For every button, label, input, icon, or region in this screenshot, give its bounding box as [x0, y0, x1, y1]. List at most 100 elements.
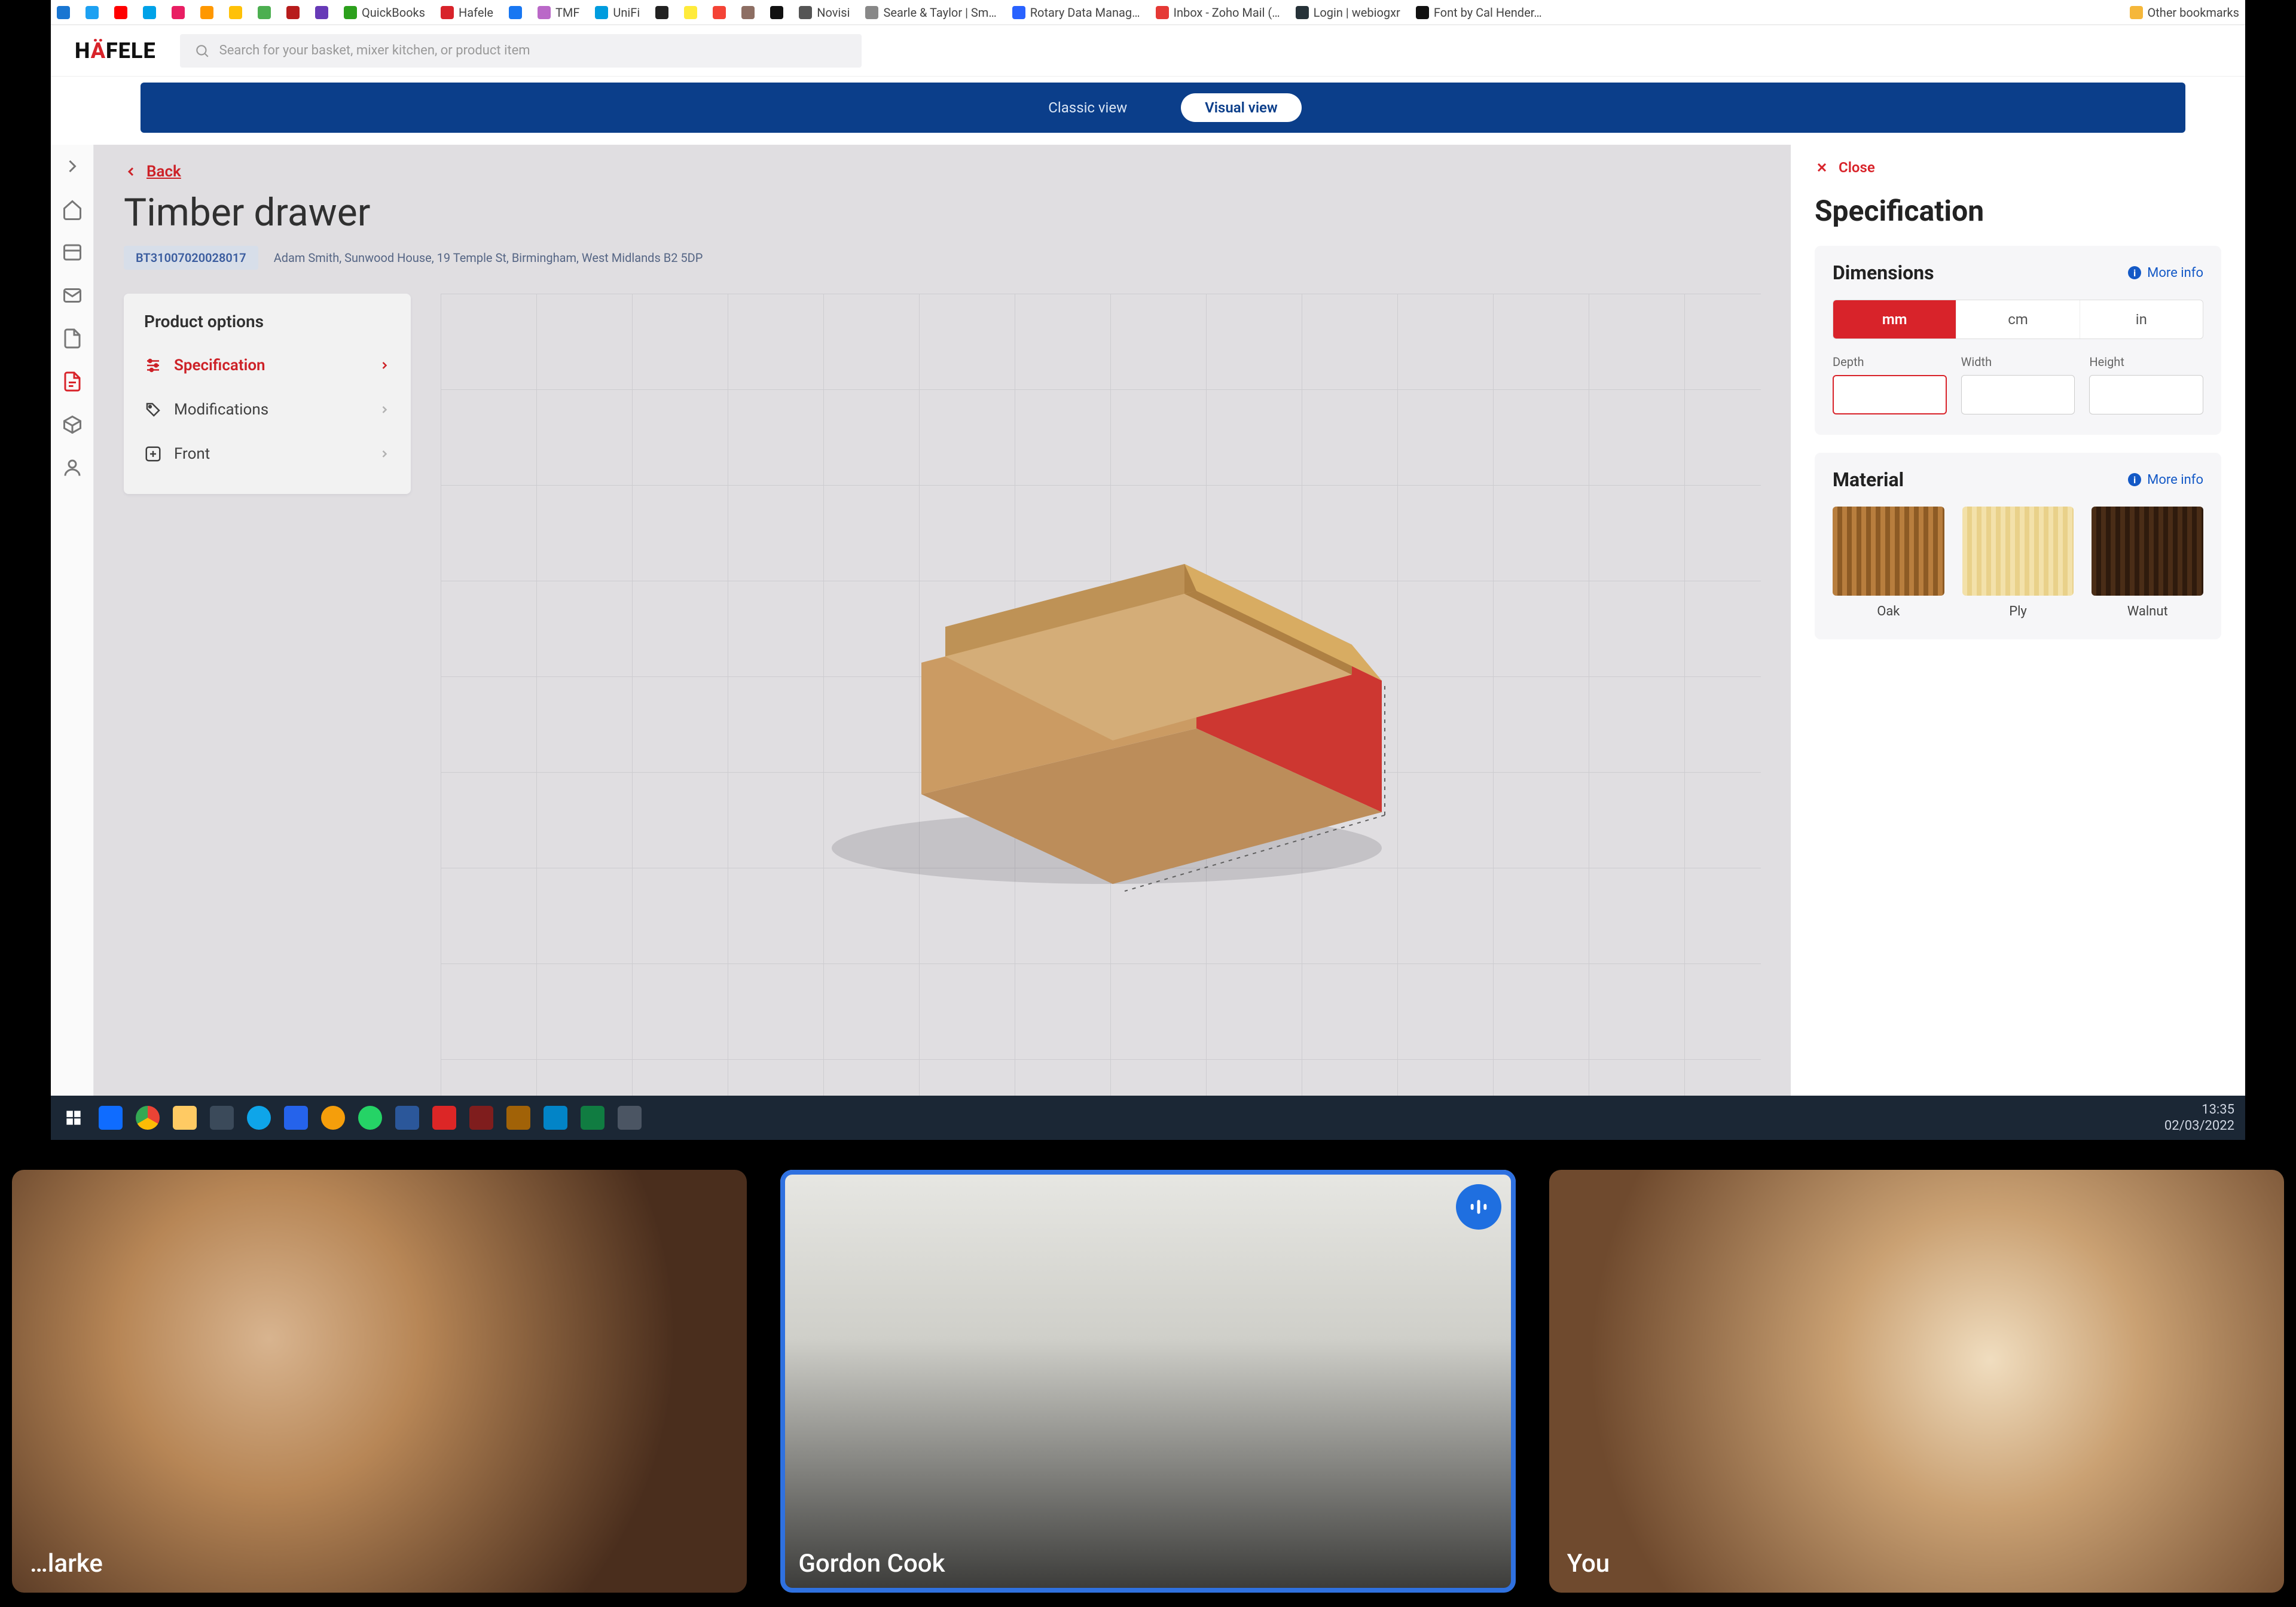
- participant-tile-self[interactable]: You: [1549, 1170, 2284, 1593]
- taskbar-app-word[interactable]: [395, 1106, 419, 1130]
- orders-icon[interactable]: [62, 242, 83, 263]
- app-header: HÄFELE Search for your basket, mixer kit…: [51, 25, 2245, 77]
- taskbar-app-explorer[interactable]: [173, 1106, 197, 1130]
- bookmark-item[interactable]: TMF: [538, 5, 579, 20]
- dimensions-card: Dimensions i More info mmcmin Depth Widt…: [1815, 246, 2221, 435]
- bookmark-label: QuickBooks: [362, 5, 425, 20]
- left-nav-rail: [51, 145, 94, 1140]
- close-panel-button[interactable]: Close: [1815, 159, 2221, 176]
- bookmark-item[interactable]: [258, 6, 271, 19]
- bookmark-label: UniFi: [613, 5, 640, 20]
- unit-cm[interactable]: cm: [1956, 300, 2080, 339]
- chevron-right-icon[interactable]: [62, 155, 83, 177]
- participant-name-2: Gordon Cook: [798, 1549, 945, 1578]
- material-walnut[interactable]: Walnut: [2092, 507, 2203, 619]
- taskbar-app-excel[interactable]: [581, 1106, 604, 1130]
- favicon-icon: [441, 6, 454, 19]
- user-icon[interactable]: [62, 457, 83, 478]
- taskbar-app-onenote[interactable]: [618, 1106, 642, 1130]
- bookmark-item[interactable]: [684, 6, 697, 19]
- classic-view-tab[interactable]: Classic view: [1024, 93, 1151, 122]
- bookmark-item[interactable]: [200, 6, 213, 19]
- option-label: Modifications: [174, 401, 268, 419]
- taskbar-app-chrome[interactable]: [136, 1106, 160, 1130]
- bookmark-item[interactable]: [315, 6, 328, 19]
- mail-icon[interactable]: [62, 285, 83, 306]
- unit-in[interactable]: in: [2080, 300, 2203, 339]
- unit-mm[interactable]: mm: [1833, 300, 1956, 339]
- chevron-left-icon: [124, 164, 138, 179]
- material-ply[interactable]: Ply: [1962, 507, 2074, 619]
- document-icon[interactable]: [62, 328, 83, 349]
- taskbar-app-10[interactable]: [432, 1106, 456, 1130]
- taskbar-app-5[interactable]: [247, 1106, 271, 1130]
- bookmark-item[interactable]: Rotary Data Manag…: [1012, 5, 1140, 20]
- bookmark-item[interactable]: [713, 6, 726, 19]
- brand-logo: HÄFELE: [75, 38, 156, 63]
- taskbar-app-11[interactable]: [469, 1106, 493, 1130]
- bookmark-item[interactable]: [229, 6, 242, 19]
- participant-tile-1[interactable]: …larke: [12, 1170, 747, 1593]
- taskbar-app-wifi[interactable]: [544, 1106, 567, 1130]
- tag-icon: [144, 401, 162, 419]
- taskbar-app-4[interactable]: [210, 1106, 234, 1130]
- material-options: OakPlyWalnut: [1833, 507, 2203, 619]
- bookmark-item[interactable]: Searle & Taylor | Sm…: [865, 5, 996, 20]
- favicon-icon: [741, 6, 755, 19]
- width-input[interactable]: [1961, 375, 2075, 414]
- order-ref-pill[interactable]: BT31007020028017: [124, 246, 258, 270]
- option-modifications[interactable]: Modifications: [124, 388, 411, 432]
- height-input[interactable]: [2089, 375, 2203, 414]
- favicon-icon: [684, 6, 697, 19]
- bookmark-item[interactable]: Novisi: [799, 5, 850, 20]
- bookmark-item[interactable]: Hafele: [441, 5, 493, 20]
- clock-date: 02/03/2022: [2164, 1118, 2234, 1135]
- dimensions-more-info[interactable]: i More info: [2128, 266, 2203, 280]
- home-icon[interactable]: [62, 199, 83, 220]
- other-bookmarks[interactable]: Other bookmarks: [2130, 5, 2240, 20]
- bookmark-item[interactable]: [57, 6, 70, 19]
- pdf-icon[interactable]: [62, 371, 83, 392]
- bookmark-item[interactable]: [741, 6, 755, 19]
- search-icon: [194, 43, 210, 59]
- taskbar-app-12[interactable]: [506, 1106, 530, 1130]
- taskbar-clock[interactable]: 13:35 02/03/2022: [2164, 1102, 2234, 1135]
- visual-view-tab[interactable]: Visual view: [1181, 93, 1302, 122]
- bookmark-item[interactable]: [286, 6, 300, 19]
- bookmark-item[interactable]: Inbox - Zoho Mail (…: [1156, 5, 1280, 20]
- plus-sq-icon: [144, 445, 162, 463]
- package-icon[interactable]: [62, 414, 83, 435]
- bookmark-label: Login | webiogxr: [1314, 5, 1400, 20]
- bookmark-item[interactable]: UniFi: [595, 5, 640, 20]
- taskbar-app-1[interactable]: [99, 1106, 123, 1130]
- bookmark-item[interactable]: Login | webiogxr: [1296, 5, 1400, 20]
- bookmark-item[interactable]: QuickBooks: [344, 5, 425, 20]
- bookmark-item[interactable]: [86, 6, 99, 19]
- product-viewer[interactable]: [441, 294, 1761, 1122]
- option-front[interactable]: Front: [124, 432, 411, 476]
- meta-row: BT31007020028017 Adam Smith, Sunwood Hou…: [124, 246, 1761, 270]
- taskbar-app-search[interactable]: [321, 1106, 345, 1130]
- taskbar-app-6[interactable]: [284, 1106, 308, 1130]
- width-label: Width: [1961, 355, 2075, 369]
- bookmark-label: Hafele: [459, 5, 493, 20]
- depth-input[interactable]: [1833, 375, 1947, 414]
- bookmark-item[interactable]: [655, 6, 668, 19]
- material-heading: Material: [1833, 468, 1904, 491]
- bookmark-item[interactable]: Font by Cal Hender…: [1416, 5, 1542, 20]
- start-button[interactable]: [62, 1106, 86, 1130]
- view-toggle-bar: Classic view Visual view: [141, 83, 2185, 133]
- material-oak[interactable]: Oak: [1833, 507, 1944, 619]
- bookmark-item[interactable]: [172, 6, 185, 19]
- material-more-info[interactable]: i More info: [2128, 472, 2203, 487]
- taskbar-app-whatsapp[interactable]: [358, 1106, 382, 1130]
- option-specification[interactable]: Specification: [124, 343, 411, 388]
- bookmark-item[interactable]: [143, 6, 156, 19]
- bookmark-item[interactable]: [509, 6, 522, 19]
- back-link[interactable]: Back: [124, 163, 1761, 181]
- bookmark-item[interactable]: [770, 6, 783, 19]
- global-search[interactable]: Search for your basket, mixer kitchen, o…: [180, 34, 862, 68]
- favicon-icon: [538, 6, 551, 19]
- participant-tile-2[interactable]: Gordon Cook: [780, 1170, 1515, 1593]
- bookmark-item[interactable]: [114, 6, 127, 19]
